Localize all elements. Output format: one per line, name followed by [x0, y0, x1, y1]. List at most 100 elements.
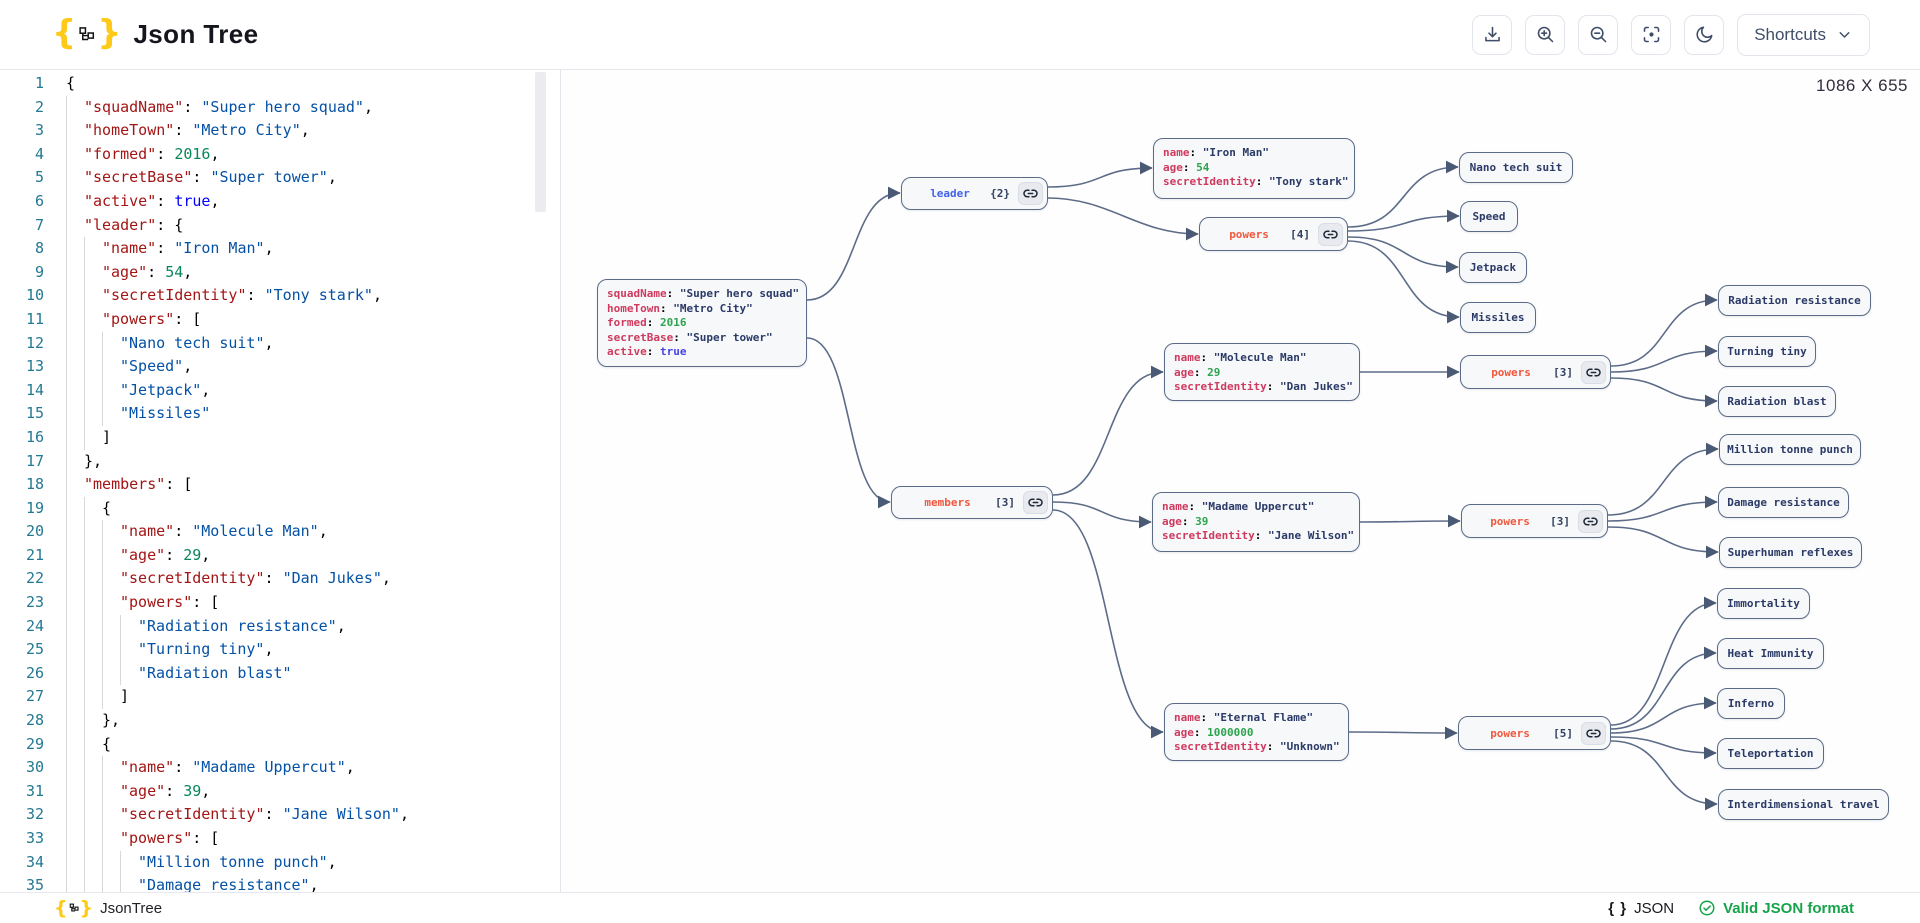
editor-line: 12"Nano tech suit", — [0, 332, 560, 356]
download-button[interactable] — [1472, 15, 1512, 55]
graph-node-leader[interactable]: leader{2} — [901, 177, 1048, 210]
format-indicator[interactable]: { } JSON — [1608, 900, 1674, 917]
shortcuts-button[interactable]: Shortcuts — [1737, 14, 1870, 56]
graph-node-madame[interactable]: name: "Madame Uppercut"age: 39secretIden… — [1152, 492, 1360, 552]
indent-guide — [102, 827, 120, 851]
graph-node-root[interactable]: squadName: "Super hero squad"homeTown: "… — [597, 279, 807, 367]
line-content: "secretIdentity": "Tony stark", — [66, 284, 382, 308]
validation-status: Valid JSON format — [1698, 899, 1854, 917]
line-content: "Nano tech suit", — [66, 332, 274, 356]
editor-line: 5"secretBase": "Super tower", — [0, 166, 560, 190]
indent-guide — [84, 803, 102, 827]
graph-node-leafRadRes[interactable]: Radiation resistance — [1718, 285, 1871, 316]
graph-node-leafDamage[interactable]: Damage resistance — [1718, 487, 1849, 518]
graph-node-leafMillion[interactable]: Million tonne punch — [1719, 434, 1861, 465]
line-number: 22 — [0, 567, 44, 591]
line-content: { — [66, 733, 111, 757]
indent-guide — [102, 851, 120, 875]
editor-line: 22 "secretIdentity": "Dan Jukes", — [0, 567, 560, 591]
graph-node-eternal[interactable]: name: "Eternal Flame"age: 1000000secretI… — [1164, 703, 1349, 761]
indent-guide — [66, 166, 84, 190]
zoom-out-button[interactable] — [1578, 15, 1618, 55]
line-number: 13 — [0, 355, 44, 379]
line-number: 20 — [0, 520, 44, 544]
moon-icon — [1694, 24, 1715, 45]
line-content: "secretIdentity": "Jane Wilson", — [66, 803, 409, 827]
editor-line: 18"members": [ — [0, 473, 560, 497]
indent-guide — [102, 402, 120, 426]
focus-center-button[interactable] — [1631, 15, 1671, 55]
line-content: "members": [ — [66, 473, 192, 497]
graph-node-leafTeleport[interactable]: Teleportation — [1717, 738, 1824, 769]
graph-node-leafImmortality[interactable]: Immortality — [1717, 588, 1810, 619]
graph-node-leafNano[interactable]: Nano tech suit — [1459, 152, 1573, 183]
zoom-in-button[interactable] — [1525, 15, 1565, 55]
leaf-label: Missiles — [1472, 311, 1525, 324]
line-content: "leader": { — [66, 214, 183, 238]
focus-center-icon — [1641, 24, 1662, 45]
editor-scrollbar[interactable] — [535, 70, 546, 892]
editor-line: 14"Jetpack", — [0, 379, 560, 403]
scrollbar-thumb[interactable] — [535, 72, 546, 212]
leaf-label: Superhuman reflexes — [1728, 546, 1854, 559]
graph-node-powersEternal[interactable]: powers[5] — [1458, 716, 1611, 750]
status-right: { } JSON Valid JSON format — [1608, 899, 1854, 917]
graph-node-members[interactable]: members[3] — [891, 486, 1053, 519]
editor-line: 13"Speed", — [0, 355, 560, 379]
child-count: {2} — [990, 187, 1010, 200]
indent-guide — [66, 685, 84, 709]
line-number: 4 — [0, 143, 44, 167]
indent-guide — [66, 261, 84, 285]
graph-node-ironman[interactable]: name: "Iron Man"age: 54secretIdentity: "… — [1153, 138, 1355, 199]
line-content: "secretIdentity": "Dan Jukes", — [66, 567, 391, 591]
graph-node-leafTurning[interactable]: Turning tiny — [1718, 336, 1816, 367]
editor-line: 20"name": "Molecule Man", — [0, 520, 560, 544]
graph-node-powersMolecule[interactable]: powers[3] — [1460, 355, 1611, 389]
node-property: formed: 2016 — [607, 316, 797, 331]
indent-guide — [102, 874, 120, 892]
node-property: secretIdentity: "Unknown" — [1174, 740, 1339, 755]
collapse-link-icon[interactable] — [1018, 182, 1043, 205]
line-number: 19 — [0, 497, 44, 521]
right-brace-icon: } — [80, 899, 94, 918]
graph-node-leafHeat[interactable]: Heat Immunity — [1717, 638, 1824, 669]
theme-toggle-button[interactable] — [1684, 15, 1724, 55]
node-property: name: "Molecule Man" — [1174, 351, 1350, 366]
collapse-link-icon[interactable] — [1318, 223, 1343, 246]
line-content: "powers": [ — [66, 308, 201, 332]
graph-edge — [1611, 703, 1716, 733]
graph-node-leafInterdim[interactable]: Interdimensional travel — [1718, 789, 1889, 820]
line-content: "Turning tiny", — [66, 638, 273, 662]
graph-node-leafMissiles[interactable]: Missiles — [1460, 302, 1536, 333]
line-content: ] — [66, 685, 129, 709]
indent-guide — [102, 520, 120, 544]
indent-guide — [84, 497, 102, 521]
indent-guide — [66, 96, 84, 120]
graph-node-leafInferno[interactable]: Inferno — [1717, 688, 1785, 719]
node-property: name: "Madame Uppercut" — [1162, 500, 1350, 515]
graph-node-powersIron[interactable]: powers[4] — [1199, 217, 1348, 251]
indent-guide — [102, 591, 120, 615]
editor-line: 11"powers": [ — [0, 308, 560, 332]
graph-canvas[interactable]: 1086 X 655 squadName: "Super hero squad"… — [561, 70, 1920, 892]
graph-node-leafJetpack[interactable]: Jetpack — [1459, 252, 1527, 283]
braces-icon: { } — [1608, 900, 1627, 917]
footer-logo: { } — [54, 899, 93, 918]
collapse-link-icon[interactable] — [1023, 491, 1048, 514]
graph-node-molecule[interactable]: name: "Molecule Man"age: 29secretIdentit… — [1164, 343, 1360, 401]
indent-guide — [66, 355, 84, 379]
graph-node-powersMadame[interactable]: powers[3] — [1461, 504, 1608, 538]
node-label: leader — [912, 187, 988, 200]
editor-line: 30"name": "Madame Uppercut", — [0, 756, 560, 780]
graph-node-leafSuperhuman[interactable]: Superhuman reflexes — [1719, 537, 1862, 568]
indent-guide — [66, 733, 84, 757]
graph-node-leafRadBlast[interactable]: Radiation blast — [1718, 386, 1836, 417]
json-editor[interactable]: 1{2"squadName": "Super hero squad",3"hom… — [0, 70, 561, 892]
collapse-link-icon[interactable] — [1581, 361, 1606, 384]
collapse-link-icon[interactable] — [1581, 722, 1606, 745]
indent-guide — [66, 332, 84, 356]
graph-node-leafSpeed[interactable]: Speed — [1460, 201, 1518, 232]
collapse-link-icon[interactable] — [1578, 510, 1603, 533]
graph-edge — [1611, 653, 1716, 729]
indent-guide — [84, 591, 102, 615]
